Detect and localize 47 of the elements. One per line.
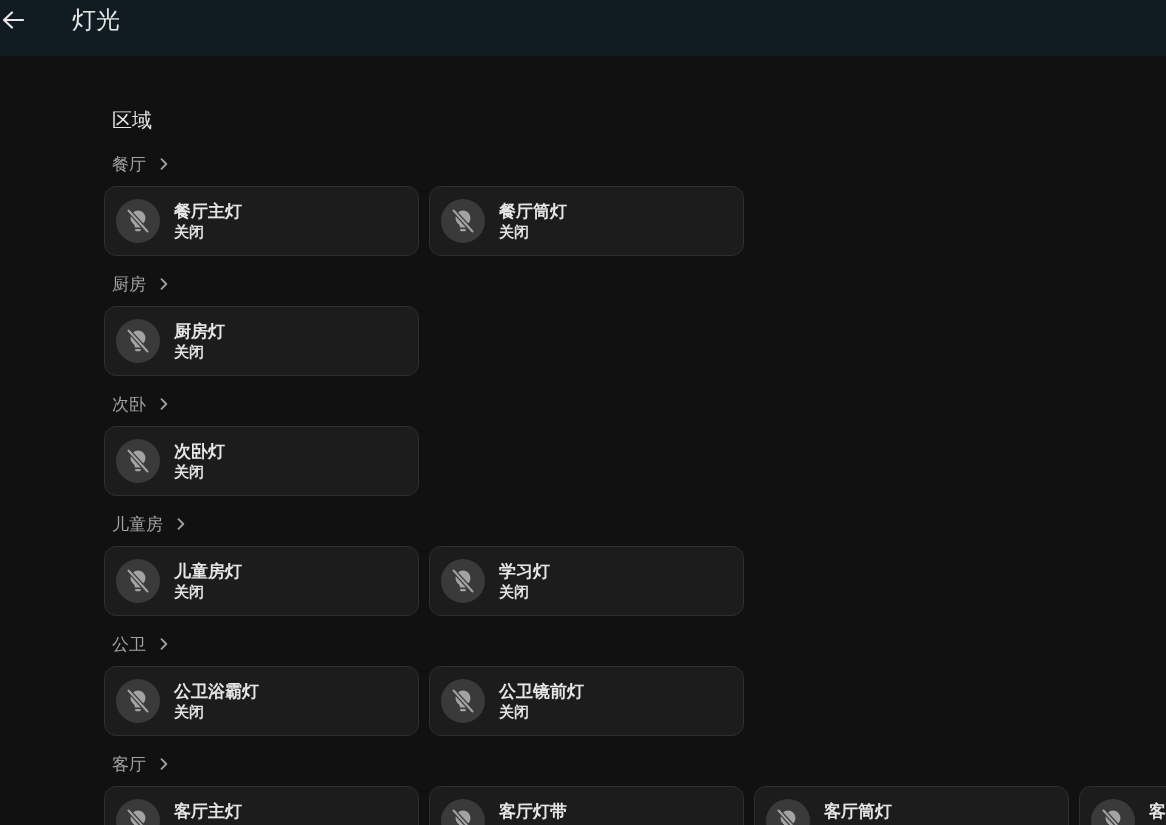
light-name: 公卫浴霸灯: [174, 680, 259, 702]
light-status: 关闭: [499, 222, 529, 242]
arrow-left-icon: [2, 11, 24, 29]
light-card[interactable]: 公卫镜前灯 关闭: [429, 666, 744, 736]
light-status: 关闭: [499, 582, 529, 602]
light-card[interactable]: 客: [1079, 786, 1166, 825]
area-link[interactable]: 厨房: [112, 272, 168, 296]
light-status: 关闭: [174, 222, 204, 242]
light-name: 餐厅主灯: [174, 200, 242, 222]
light-card[interactable]: 餐厅主灯 关闭: [104, 186, 419, 256]
chevron-right-icon: [160, 758, 168, 770]
light-name: 客厅主灯: [174, 800, 242, 822]
light-status: 关闭: [174, 342, 204, 362]
light-name: 儿童房灯: [174, 560, 242, 582]
light-name: 客: [1149, 800, 1166, 822]
light-name: 餐厅筒灯: [499, 200, 567, 222]
light-card[interactable]: 儿童房灯 关闭: [104, 546, 419, 616]
light-status: 关闭: [174, 702, 204, 722]
chevron-right-icon: [177, 518, 185, 530]
area-link[interactable]: 儿童房: [112, 512, 185, 536]
section-title: 区域: [112, 108, 152, 132]
light-card[interactable]: 餐厅筒灯 关闭: [429, 186, 744, 256]
light-name: 次卧灯: [174, 440, 225, 462]
light-status: 关闭: [174, 582, 204, 602]
light-card[interactable]: 厨房灯 关闭: [104, 306, 419, 376]
light-name: 客厅筒灯: [824, 800, 892, 822]
light-status: 关闭: [174, 462, 204, 482]
chevron-right-icon: [160, 158, 168, 170]
light-card[interactable]: 学习灯 关闭: [429, 546, 744, 616]
light-card[interactable]: 公卫浴霸灯 关闭: [104, 666, 419, 736]
chevron-right-icon: [160, 278, 168, 290]
chevron-right-icon: [160, 638, 168, 650]
light-name: 厨房灯: [174, 320, 225, 342]
light-name: 客厅灯带: [499, 800, 567, 822]
area-link[interactable]: 客厅: [112, 752, 168, 776]
light-card[interactable]: 次卧灯 关闭: [104, 426, 419, 496]
light-name: 公卫镜前灯: [499, 680, 584, 702]
chevron-right-icon: [160, 398, 168, 410]
area-link[interactable]: 公卫: [112, 632, 168, 656]
light-card[interactable]: 客厅筒灯: [754, 786, 1069, 825]
light-status: 关闭: [499, 702, 529, 722]
light-card[interactable]: 客厅灯带: [429, 786, 744, 825]
area-link[interactable]: 餐厅: [112, 152, 168, 176]
light-name: 学习灯: [499, 560, 550, 582]
light-card[interactable]: 客厅主灯: [104, 786, 419, 825]
area-link[interactable]: 次卧: [112, 392, 168, 416]
page-title: 灯光: [72, 5, 120, 36]
